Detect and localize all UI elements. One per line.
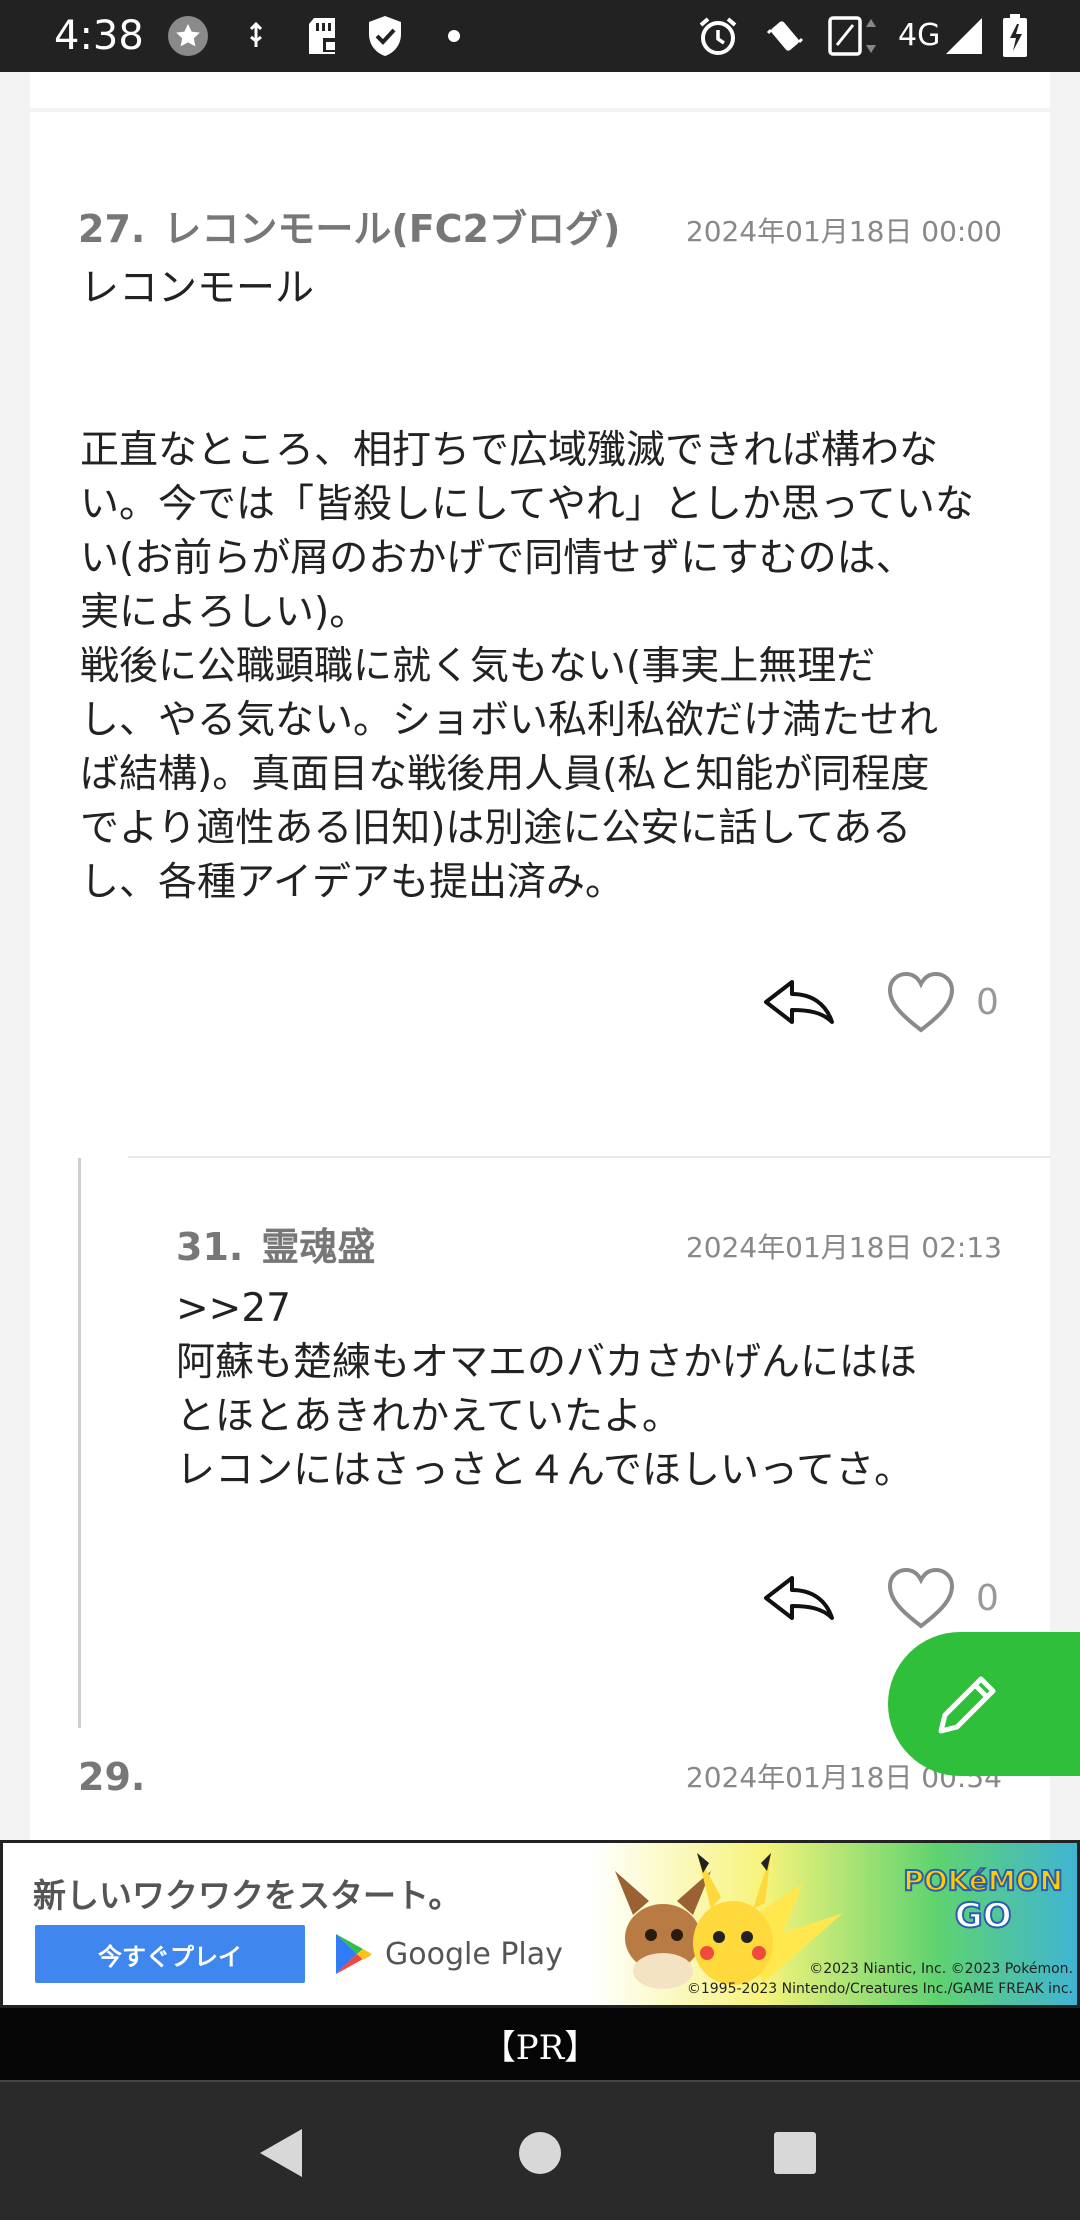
ad-banner[interactable]: 新しいワクワクをスタート。 今すぐプレイ Google Play POKéMON… (0, 1840, 1080, 2008)
reply-button[interactable] (762, 1572, 836, 1624)
back-button[interactable] (246, 2118, 316, 2188)
google-play-label: Google Play (385, 1936, 563, 1972)
vibrate-icon (764, 14, 806, 58)
reply-arrow-icon (764, 1576, 834, 1620)
ad-copyright-1: ©2023 Niantic, Inc. ©2023 Pokémon. (809, 1961, 1073, 1977)
sd-card-icon (302, 14, 342, 58)
star-icon (166, 14, 210, 58)
comment-body: >>27 阿蘇も楚練もオマエのバカさかげんにはほ とほとあきれかえていたよ。 レ… (176, 1286, 918, 1493)
ad-play-button[interactable]: 今すぐプレイ (35, 1925, 305, 1983)
comment-author[interactable]: レコンモール(FC2ブログ) (163, 207, 620, 251)
dot-icon (446, 14, 462, 58)
like-count: 0 (976, 981, 999, 1023)
usb-icon (246, 14, 266, 58)
comment-card: 29. 2024年01月18日 00:54 (30, 1734, 1050, 1840)
status-bar: 4:38 4G (0, 0, 1080, 72)
alarm-icon (696, 14, 740, 58)
comment-date: 2024年01月18日 02:13 (685, 1231, 1002, 1264)
network-type: 4G (898, 18, 941, 53)
comment-author[interactable]: 霊魂盛 (261, 1225, 375, 1269)
like-count: 0 (976, 1577, 999, 1619)
home-button[interactable] (505, 2118, 575, 2188)
comment-number: 29. (78, 1755, 146, 1799)
pr-label: 【PR】 (0, 2008, 1080, 2080)
comment-actions: 0 (762, 1566, 999, 1630)
navigation-bar (0, 2080, 1080, 2220)
pokemon-go-logo: POKéMON GO (902, 1864, 1064, 1937)
comment-body: レコンモール 正直なところ、相打ちで広域殲滅できれば構わな い。今では「皆殺しに… (80, 266, 974, 905)
back-triangle-icon (260, 2129, 302, 2177)
heart-icon (887, 1567, 955, 1629)
signal-icon (944, 14, 984, 58)
ad-artwork: POKéMON GO ©2023 Niantic, Inc. ©2023 Pok… (593, 1843, 1077, 2005)
heart-icon (887, 971, 955, 1033)
battery-charging-icon (1000, 14, 1030, 58)
comment-card: 27. レコンモール(FC2ブログ) 2024年01月18日 00:00 レコンモ… (30, 112, 1050, 1802)
pencil-icon (938, 1676, 996, 1734)
reply-button[interactable] (762, 976, 836, 1028)
google-play-badge[interactable]: Google Play (333, 1925, 563, 1983)
status-time: 4:38 (54, 13, 144, 59)
data-transfer-icon (826, 14, 884, 58)
comment-number: 27. (78, 207, 146, 251)
comment-date: 2024年01月18日 00:00 (685, 215, 1002, 248)
ad-headline: 新しいワクワクをスタート。 (33, 1876, 462, 1915)
comment-header: 29. (78, 1752, 163, 1802)
comment-actions: 0 (762, 970, 999, 1034)
recents-button[interactable] (760, 2118, 830, 2188)
shield-check-icon (362, 14, 408, 58)
like-button[interactable]: 0 (886, 970, 999, 1034)
ad-brand-bottom: GO (954, 1896, 1013, 1936)
reply-header: 31. 霊魂盛 (176, 1222, 375, 1272)
reply-divider (128, 1156, 1050, 1158)
recents-square-icon (774, 2132, 816, 2174)
comment-header: 27. レコンモール(FC2ブログ) (78, 204, 620, 254)
compose-button[interactable] (888, 1632, 1080, 1776)
like-button[interactable]: 0 (886, 1566, 999, 1630)
reply-arrow-icon (764, 980, 834, 1024)
ad-brand-top: POKéMON (902, 1864, 1064, 1898)
reply-thread-line (78, 1158, 81, 1728)
comment-list[interactable]: 27. レコンモール(FC2ブログ) 2024年01月18日 00:00 レコンモ… (0, 72, 1080, 1840)
comment-number: 31. (176, 1225, 244, 1269)
ad-copyright-2: ©1995-2023 Nintendo/Creatures Inc./GAME … (686, 1981, 1073, 1997)
previous-comment-card (30, 72, 1050, 108)
home-circle-icon (519, 2132, 561, 2174)
google-play-icon (336, 1934, 372, 1974)
